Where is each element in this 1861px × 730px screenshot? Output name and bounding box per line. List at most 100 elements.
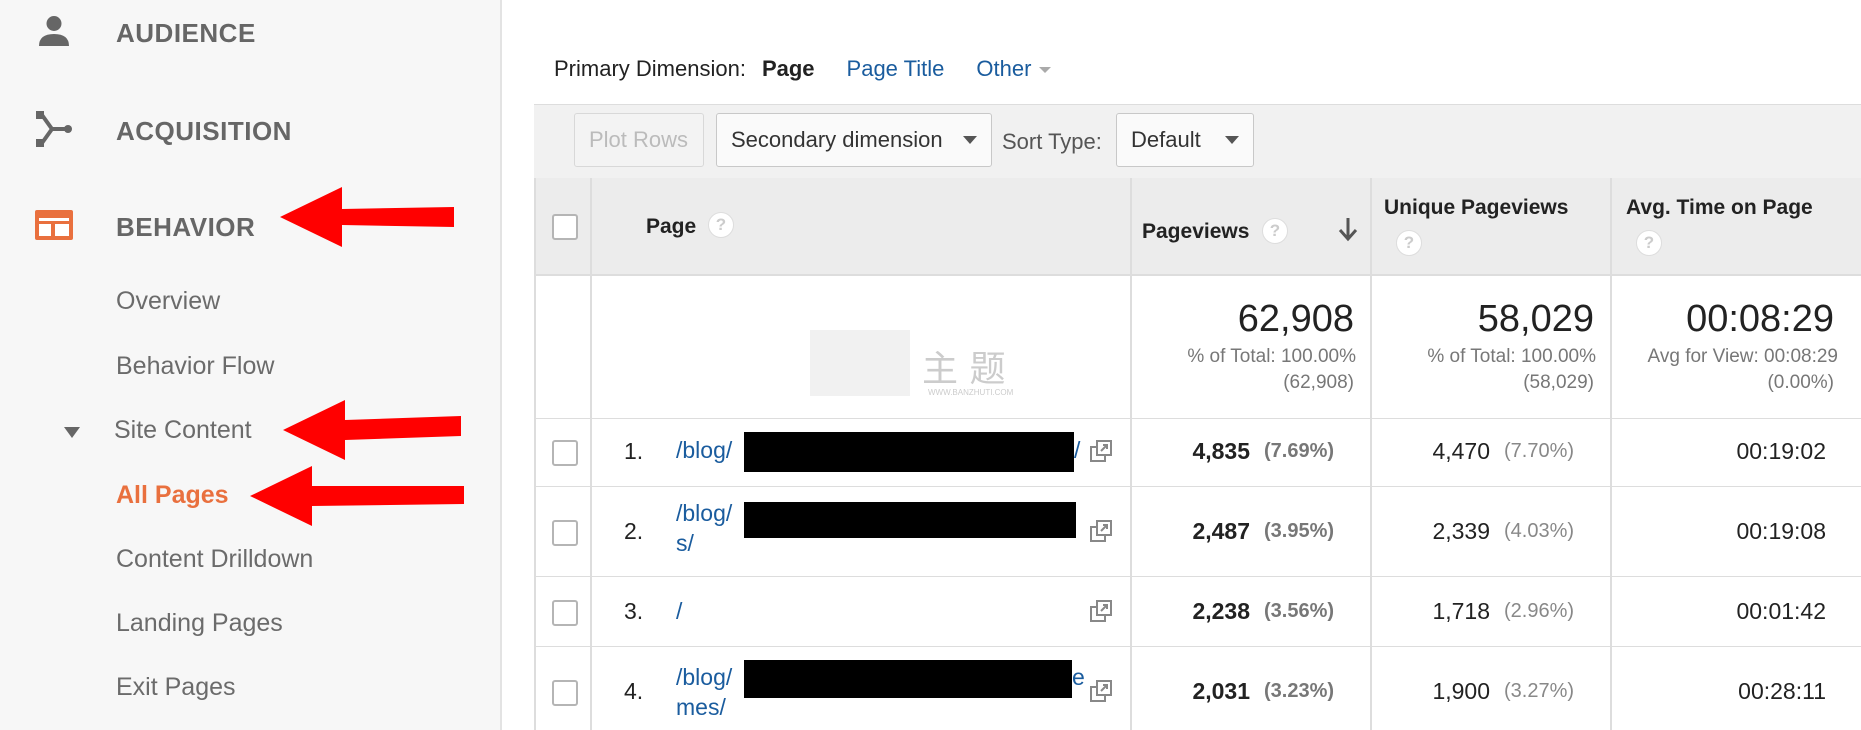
primary-dimension-page[interactable]: Page [762, 56, 815, 82]
page-link[interactable]: /blog/ [676, 662, 732, 692]
person-icon [34, 11, 74, 51]
nav-site-content[interactable]: Site Content [114, 416, 252, 445]
arrow-behavior-icon [280, 187, 454, 247]
unique-value: 2,339 [1432, 518, 1490, 544]
secondary-dimension-label: Secondary dimension [731, 127, 943, 152]
total-avg-time-line2: (0.00%) [1767, 372, 1834, 393]
header-avg-time[interactable]: Avg. Time on Page [1626, 196, 1813, 220]
total-avg-time: 00:08:29 [1686, 298, 1834, 340]
avg-time-value: 00:19:02 [1736, 438, 1826, 464]
arrow-site-content-icon [283, 400, 461, 460]
row-number: 4. [624, 678, 644, 704]
pageviews-pct: (7.69%) [1264, 440, 1335, 462]
nav-landing-pages[interactable]: Landing Pages [116, 609, 283, 638]
total-unique: 58,029 [1477, 298, 1594, 340]
nav-behavior-label: BEHAVIOR [116, 212, 256, 242]
page-link-tail[interactable]: mes/ [676, 692, 726, 722]
plot-rows-button[interactable]: Plot Rows [574, 113, 704, 167]
page-link-tail[interactable]: / [1074, 435, 1080, 465]
total-pageviews-sub: (62,908) [1283, 372, 1354, 393]
pageviews-value: 2,487 [1192, 518, 1250, 544]
table-toolbar: Plot Rows Secondary dimension Sort Type:… [534, 104, 1861, 179]
pageviews-value: 4,835 [1192, 438, 1250, 464]
nav-acquisition-label: ACQUISITION [116, 116, 292, 146]
sort-type-label: Sort Type: [1002, 129, 1102, 154]
nav-audience[interactable]: AUDIENCE [0, 6, 500, 56]
row-number: 3. [624, 598, 644, 624]
header-page[interactable]: Page [646, 215, 696, 239]
watermark-sub: WWW.BANZHUTI.COM [928, 388, 1014, 397]
open-page-icon[interactable] [1090, 680, 1112, 702]
main-content: Primary Dimension: Page Page Title Other… [534, 0, 1861, 730]
total-unique-pct: % of Total: 100.00% [1427, 346, 1596, 367]
sort-type-value: Default [1131, 127, 1201, 152]
page-link[interactable]: / [676, 596, 682, 626]
secondary-dimension-dropdown[interactable]: Secondary dimension [716, 113, 992, 167]
total-pageviews: 62,908 [1237, 298, 1354, 340]
pageviews-value: 2,031 [1192, 678, 1250, 704]
nav-exit-pages[interactable]: Exit Pages [116, 673, 236, 702]
open-page-icon[interactable] [1090, 600, 1112, 622]
unique-pct: (3.27%) [1504, 680, 1575, 702]
acquisition-icon [34, 109, 74, 149]
sort-arrow-down-icon[interactable] [1338, 216, 1358, 242]
row-checkbox[interactable] [552, 520, 578, 546]
primary-dimension-label: Primary Dimension: [554, 56, 746, 81]
nav-behavior-flow[interactable]: Behavior Flow [116, 352, 274, 381]
help-icon[interactable]: ? [1262, 218, 1288, 244]
nav-acquisition[interactable]: ACQUISITION [0, 104, 500, 154]
sidebar: AUDIENCE ACQUISITION BEHAVIOR Overview B… [0, 0, 502, 730]
redaction-bar [744, 660, 1072, 698]
select-all-checkbox[interactable] [552, 214, 578, 240]
page-link[interactable]: /blog/ [676, 435, 732, 465]
primary-dimension-page-title[interactable]: Page Title [847, 56, 945, 82]
row-checkbox[interactable] [552, 600, 578, 626]
help-icon[interactable]: ? [1636, 230, 1662, 256]
header-unique-pageviews[interactable]: Unique Pageviews [1384, 196, 1568, 220]
redaction-bar [744, 502, 1076, 538]
total-pageviews-pct: % of Total: 100.00% [1187, 346, 1356, 367]
sort-type-dropdown[interactable]: Default [1116, 113, 1254, 167]
page-link-fragment[interactable]: e [1072, 662, 1085, 692]
page-link-tail[interactable]: s/ [676, 528, 694, 558]
row-checkbox[interactable] [552, 680, 578, 706]
unique-value: 1,900 [1432, 678, 1490, 704]
help-icon[interactable]: ? [1396, 230, 1422, 256]
primary-dimension-other[interactable]: Other [976, 56, 1051, 82]
unique-pct: (2.96%) [1504, 600, 1575, 622]
total-unique-sub: (58,029) [1523, 372, 1594, 393]
nav-overview[interactable]: Overview [116, 287, 220, 316]
open-page-icon[interactable] [1090, 440, 1112, 462]
pageviews-pct: (3.56%) [1264, 600, 1335, 622]
row-number: 2. [624, 518, 644, 544]
redaction-bar [744, 432, 1074, 472]
total-avg-time-line1: Avg for View: 00:08:29 [1647, 346, 1838, 367]
unique-value: 4,470 [1432, 438, 1490, 464]
header-pageviews[interactable]: Pageviews [1142, 220, 1249, 244]
unique-value: 1,718 [1432, 598, 1490, 624]
nav-content-drilldown[interactable]: Content Drilldown [116, 545, 313, 574]
open-page-icon[interactable] [1090, 520, 1112, 542]
watermark-text: 主 题 [922, 349, 1006, 390]
nav-all-pages[interactable]: All Pages [116, 481, 229, 510]
help-icon[interactable]: ? [708, 212, 734, 238]
avg-time-value: 00:01:42 [1736, 598, 1826, 624]
watermark-logo [810, 330, 910, 396]
nav-audience-label: AUDIENCE [116, 18, 256, 48]
primary-dimension-bar: Primary Dimension: Page Page Title Other [554, 56, 1083, 82]
chevron-down-icon [1225, 136, 1239, 144]
behavior-icon [34, 205, 74, 245]
chevron-down-icon [963, 136, 977, 144]
pageviews-value: 2,238 [1192, 598, 1250, 624]
pageviews-pct: (3.23%) [1264, 680, 1335, 702]
avg-time-value: 00:28:11 [1738, 678, 1826, 704]
row-checkbox[interactable] [552, 440, 578, 466]
pageviews-pct: (3.95%) [1264, 520, 1335, 542]
caret-down-icon[interactable] [64, 427, 80, 438]
plot-rows-label: Plot Rows [589, 127, 689, 152]
row-number: 1. [624, 438, 644, 464]
avg-time-value: 00:19:08 [1736, 518, 1826, 544]
page-link[interactable]: /blog/ [676, 498, 732, 528]
unique-pct: (7.70%) [1504, 440, 1575, 462]
unique-pct: (4.03%) [1504, 520, 1575, 542]
